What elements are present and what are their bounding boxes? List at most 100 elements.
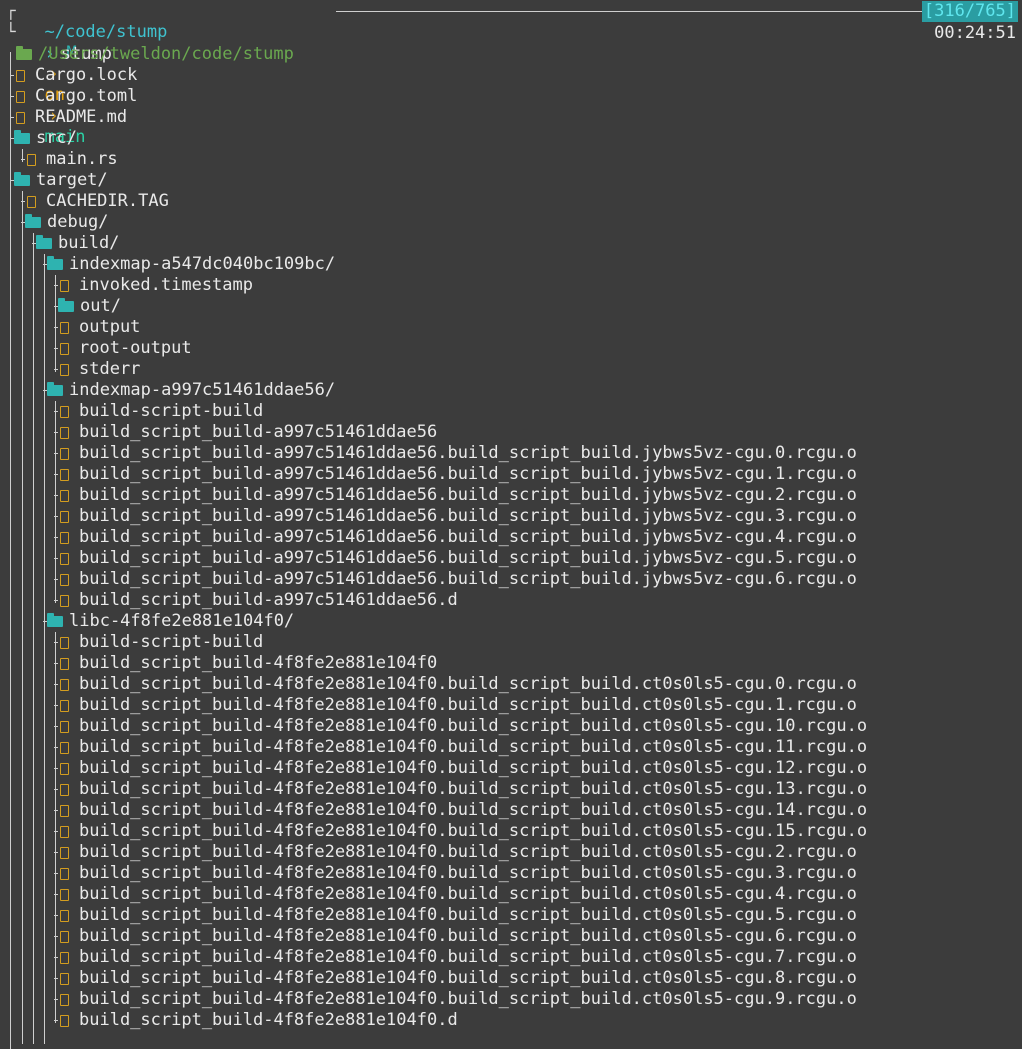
- tree-root: /Users/tweldon/code/stump: [16, 44, 294, 65]
- tree-file: build_script_build-a997c51461ddae56: [58, 422, 437, 443]
- tree-file: stderr: [58, 359, 140, 380]
- file-icon: [60, 573, 69, 586]
- tree-directory: libc-4f8fe2e881e104f0/: [47, 611, 294, 632]
- file-icon: [60, 594, 69, 607]
- prompt-top-bracket: ┌: [6, 1, 16, 20]
- tree-directory: indexmap-a997c51461ddae56/: [47, 380, 335, 401]
- file-icon: [60, 804, 69, 817]
- tree-entry-name: build_script_build-4f8fe2e881e104f0.buil…: [79, 989, 857, 1009]
- tree-file: build_script_build-4f8fe2e881e104f0.buil…: [58, 779, 867, 800]
- file-icon: [60, 951, 69, 964]
- tree-guide-line: [44, 254, 45, 1044]
- file-icon: [60, 846, 69, 859]
- tree-entry-name: build_script_build-4f8fe2e881e104f0.d: [79, 1010, 458, 1030]
- tree-file: build_script_build-a997c51461ddae56.buil…: [58, 569, 857, 590]
- tree-entry-name: build_script_build-4f8fe2e881e104f0.buil…: [79, 884, 857, 904]
- file-icon: [60, 321, 69, 334]
- file-icon: [60, 783, 69, 796]
- tree-guide-line: [22, 191, 23, 1044]
- file-icon: [60, 405, 69, 418]
- tree-entry-name: root-output: [79, 338, 192, 358]
- tree-directory: build/: [36, 233, 119, 254]
- tree-guide-line: [33, 233, 34, 1044]
- file-icon: [16, 111, 25, 124]
- tree-entry-name: Cargo.lock: [35, 65, 138, 85]
- file-icon: [60, 888, 69, 901]
- file-icon: [60, 972, 69, 985]
- tree-entry-name: build_script_build-4f8fe2e881e104f0.buil…: [79, 695, 857, 715]
- tree-root-path: /Users/tweldon/code/stump: [38, 44, 294, 64]
- folder-icon: [25, 214, 41, 228]
- tree-entry-name: build_script_build-a997c51461ddae56.buil…: [79, 485, 857, 505]
- folder-icon: [36, 235, 52, 249]
- tree-entry-name: indexmap-a547dc040bc109bc/: [69, 254, 336, 274]
- file-icon: [60, 993, 69, 1006]
- tree-guide-line: [10, 52, 11, 1049]
- tree-file: build_script_build-4f8fe2e881e104f0.buil…: [58, 737, 867, 758]
- file-icon: [60, 678, 69, 691]
- tree-file: build_script_build-4f8fe2e881e104f0.buil…: [58, 821, 867, 842]
- tree-guide-line: [55, 275, 56, 372]
- tree-directory: target/: [14, 170, 108, 191]
- tree-file: invoked.timestamp: [58, 275, 253, 296]
- prompt-line: ~/code/stump M › on › main: [24, 1, 167, 147]
- file-icon: [60, 741, 69, 754]
- file-icon: [60, 1014, 69, 1027]
- tree-directory: src/: [14, 128, 77, 149]
- tree-directory: out/: [58, 296, 121, 317]
- tree-entry-name: build_script_build-4f8fe2e881e104f0.buil…: [79, 821, 868, 841]
- tree-entry-name: build_script_build-4f8fe2e881e104f0.buil…: [79, 800, 868, 820]
- command-duration: 00:24:51: [934, 23, 1016, 43]
- tree-entry-name: build-script-build: [79, 401, 264, 421]
- tree-entry-name: build_script_build-4f8fe2e881e104f0.buil…: [79, 947, 857, 967]
- tree-directory: debug/: [25, 212, 108, 233]
- tree-file: build_script_build-4f8fe2e881e104f0: [58, 653, 437, 674]
- tree-file: Cargo.toml: [14, 86, 137, 107]
- file-icon: [60, 531, 69, 544]
- tree-entry-name: README.md: [35, 107, 128, 127]
- tree-file: build_script_build-4f8fe2e881e104f0.buil…: [58, 884, 857, 905]
- tree-entry-name: build_script_build-4f8fe2e881e104f0.buil…: [79, 674, 857, 694]
- tree-file: main.rs: [25, 149, 118, 170]
- tree-entry-name: build_script_build-4f8fe2e881e104f0.buil…: [79, 758, 868, 778]
- tree-entry-name: build_script_build-a997c51461ddae56.buil…: [79, 464, 857, 484]
- tree-entry-name: build_script_build-a997c51461ddae56.d: [79, 590, 458, 610]
- file-icon: [60, 930, 69, 943]
- tree-file: build_script_build-4f8fe2e881e104f0.buil…: [58, 989, 857, 1010]
- command-line[interactable]: › stump: [24, 23, 111, 64]
- tree-file: build_script_build-a997c51461ddae56.buil…: [58, 485, 857, 506]
- tree-entry-name: build_script_build-a997c51461ddae56.buil…: [79, 548, 857, 568]
- tree-entry-name: build_script_build-a997c51461ddae56.buil…: [79, 527, 857, 547]
- tree-file: build-script-build: [58, 401, 263, 422]
- tree-file: build_script_build-4f8fe2e881e104f0.buil…: [58, 926, 857, 947]
- tree-file: build_script_build-4f8fe2e881e104f0.buil…: [58, 800, 867, 821]
- tree-entry-name: out/: [80, 296, 121, 316]
- tree-entry-name: build_script_build-4f8fe2e881e104f0.buil…: [79, 905, 857, 925]
- tree-file: build_script_build-4f8fe2e881e104f0.buil…: [58, 716, 867, 737]
- tree-file: build_script_build-4f8fe2e881e104f0.buil…: [58, 842, 857, 863]
- tree-entry-name: debug/: [47, 212, 109, 232]
- file-icon: [16, 90, 25, 103]
- tree-entry-name: build_script_build-4f8fe2e881e104f0.buil…: [79, 842, 857, 862]
- tree-entry-name: build_script_build-4f8fe2e881e104f0.buil…: [79, 737, 868, 757]
- file-icon: [60, 489, 69, 502]
- folder-icon: [47, 256, 63, 270]
- tree-file: build_script_build-4f8fe2e881e104f0.buil…: [58, 947, 857, 968]
- file-icon: [60, 363, 69, 376]
- file-icon: [60, 636, 69, 649]
- tree-file: Cargo.lock: [14, 65, 137, 86]
- tree-entry-name: build_script_build-4f8fe2e881e104f0.buil…: [79, 863, 857, 883]
- file-icon: [60, 867, 69, 880]
- tree-entry-name: invoked.timestamp: [79, 275, 253, 295]
- folder-icon: [47, 613, 63, 627]
- tree-file: build_script_build-a997c51461ddae56.buil…: [58, 464, 857, 485]
- folder-icon: [14, 172, 30, 186]
- history-counter: [316/765]: [921, 1, 1018, 22]
- file-icon: [60, 552, 69, 565]
- tree-entry-name: build_script_build-4f8fe2e881e104f0.buil…: [79, 716, 868, 736]
- file-icon: [60, 657, 69, 670]
- tree-file: build_script_build-a997c51461ddae56.d: [58, 590, 458, 611]
- tree-entry-name: output: [79, 317, 141, 337]
- tree-file: build_script_build-4f8fe2e881e104f0.buil…: [58, 968, 857, 989]
- tree-entry-name: build_script_build-4f8fe2e881e104f0.buil…: [79, 968, 857, 988]
